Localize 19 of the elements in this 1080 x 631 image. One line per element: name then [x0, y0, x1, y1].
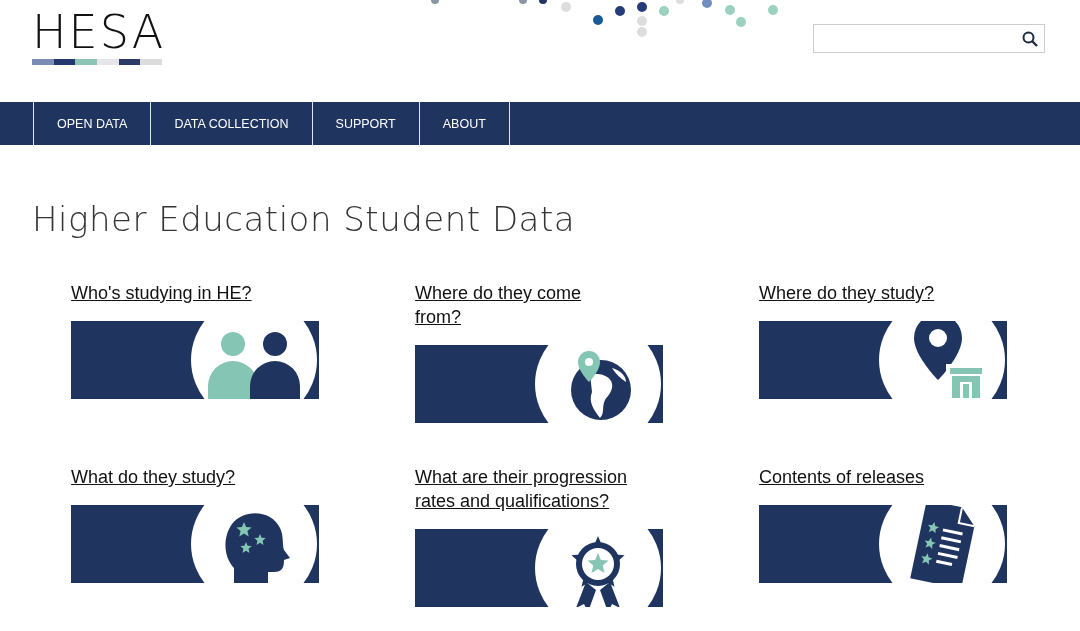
search-icon[interactable]: [1022, 30, 1038, 47]
head-icon: [225, 513, 290, 583]
logo-text[interactable]: HESA: [32, 8, 162, 56]
card-title-link[interactable]: Who's studying in HE?: [71, 281, 285, 305]
card-title-link[interactable]: Where do they study?: [759, 281, 973, 305]
nav-link[interactable]: ABOUT: [418, 102, 510, 145]
nav-link[interactable]: SUPPORT: [311, 102, 419, 145]
card-title-link[interactable]: Contents of releases: [759, 465, 973, 489]
people-icon: [208, 332, 300, 399]
nav-link[interactable]: OPEN DATA: [33, 102, 151, 145]
rosette-icon: [571, 536, 625, 607]
card-title-link[interactable]: Where do they come from?: [415, 281, 629, 329]
card-title-link[interactable]: What do they study?: [71, 465, 285, 489]
globe-icon: [571, 351, 631, 420]
page-heading: Higher Education Student Data: [32, 199, 577, 239]
search-field[interactable]: [813, 24, 1045, 53]
nav-link[interactable]: DATA COLLECTION: [150, 102, 312, 145]
card-title-link[interactable]: What are their progression rates and qualifications?: [415, 465, 629, 513]
document-icon: [910, 505, 976, 583]
